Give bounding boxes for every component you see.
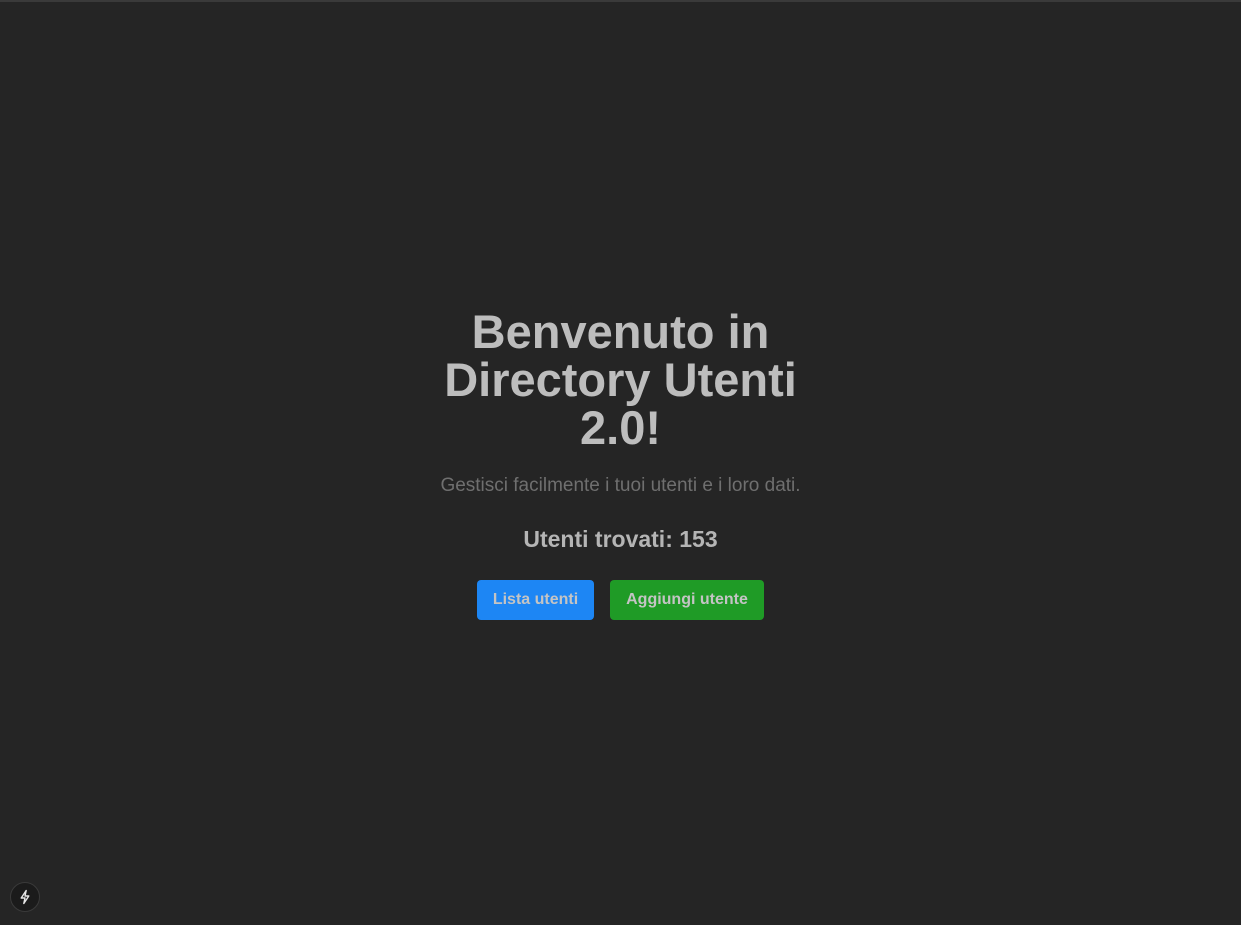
add-user-button[interactable]: Aggiungi utente	[610, 580, 764, 620]
lightning-bolt-icon	[20, 889, 30, 905]
user-list-button[interactable]: Lista utenti	[477, 580, 594, 620]
page-subtitle: Gestisci facilmente i tuoi utenti e i lo…	[440, 475, 801, 496]
dev-tools-indicator[interactable]	[10, 882, 40, 912]
welcome-hero: Benvenuto in Directory Utenti 2.0! Gesti…	[0, 0, 1241, 925]
page-title: Benvenuto in Directory Utenti 2.0!	[444, 305, 797, 454]
users-found-count: Utenti trovati: 153	[523, 526, 718, 552]
